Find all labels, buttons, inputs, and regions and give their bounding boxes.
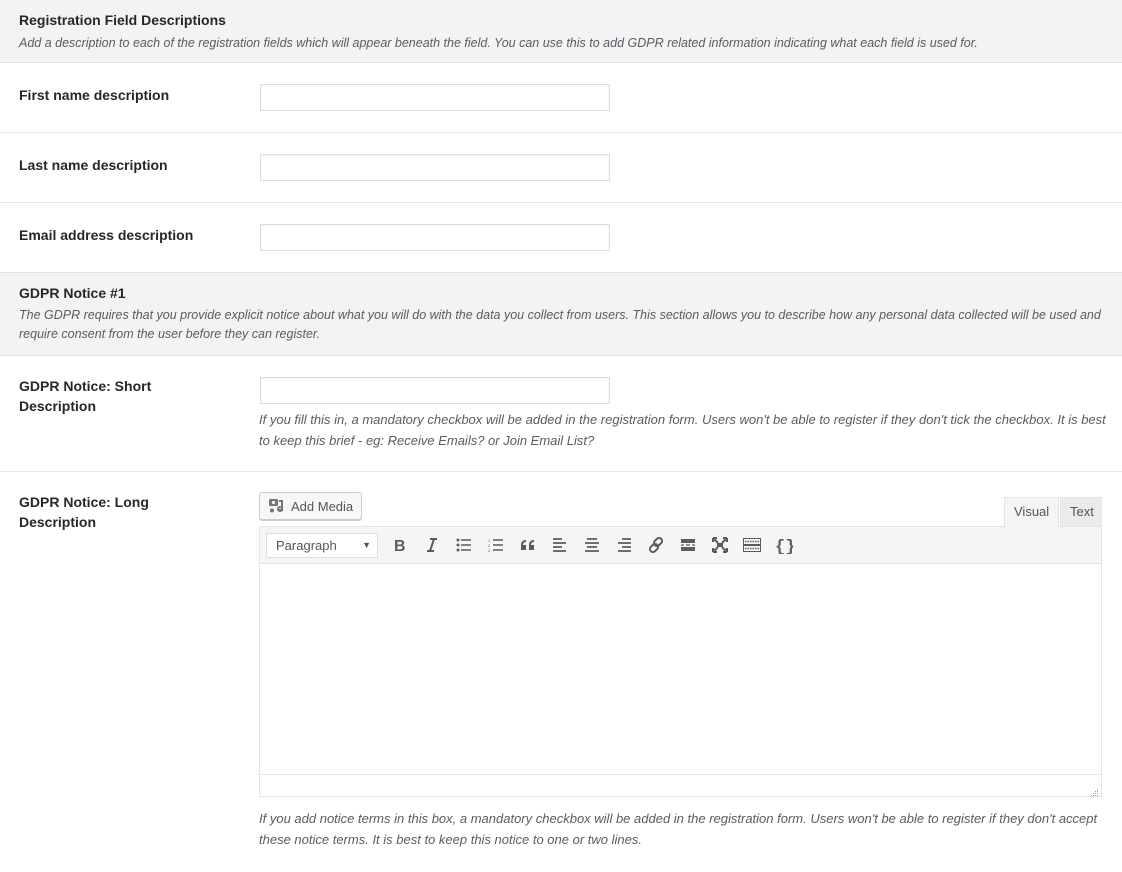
- italic-icon: [427, 538, 437, 552]
- svg-text:3: 3: [488, 548, 491, 552]
- field-label: GDPR Notice: Short Description: [19, 378, 152, 414]
- section-description: Add a description to each of the registr…: [19, 36, 978, 50]
- editor-toolbar: Paragraph ▼ B 123 {: [260, 527, 1101, 564]
- read-more-icon: [681, 539, 695, 551]
- align-center-icon: [585, 538, 599, 552]
- align-left-icon: [553, 538, 566, 552]
- registration-section-header: Registration Field Descriptions Add a de…: [0, 0, 1122, 63]
- section-title: Registration Field Descriptions: [19, 12, 226, 28]
- bold-button[interactable]: B: [384, 531, 416, 559]
- fullscreen-icon: [712, 537, 728, 553]
- numbered-list-icon: 123: [488, 538, 503, 552]
- bold-icon: B: [394, 538, 406, 553]
- svg-text:{}: {}: [775, 538, 793, 554]
- format-select-value: Paragraph: [276, 537, 337, 553]
- last-name-description-input[interactable]: [260, 154, 610, 181]
- field-label: First name description: [19, 87, 170, 103]
- align-left-button[interactable]: [544, 531, 576, 559]
- email-address-description-row: Email address description: [0, 203, 1122, 272]
- field-label: Last name description: [19, 157, 168, 173]
- quote-icon: [521, 540, 534, 550]
- editor-statusbar: [260, 774, 1101, 796]
- editor-content-area[interactable]: [260, 564, 1101, 774]
- tab-text[interactable]: Text: [1060, 497, 1102, 527]
- section-description: The GDPR requires that you provide expli…: [19, 308, 1101, 341]
- braces-icon: {}: [775, 538, 793, 554]
- chevron-down-icon: ▼: [362, 540, 371, 550]
- gdpr-section-header: GDPR Notice #1 The GDPR requires that yo…: [0, 272, 1122, 356]
- gdpr-short-description-input[interactable]: [260, 377, 610, 404]
- keyboard-icon: [743, 538, 761, 552]
- field-label: Email address description: [19, 227, 194, 243]
- format-select[interactable]: Paragraph ▼: [266, 532, 378, 558]
- toolbar-toggle-button[interactable]: [736, 531, 768, 559]
- link-icon: [648, 536, 664, 554]
- blockquote-button[interactable]: [512, 531, 544, 559]
- tab-visual[interactable]: Visual: [1004, 497, 1060, 528]
- field-label: GDPR Notice: Long Description: [19, 494, 149, 530]
- insert-link-button[interactable]: [640, 531, 672, 559]
- resize-handle-icon[interactable]: [1089, 784, 1099, 796]
- fullscreen-button[interactable]: [704, 531, 736, 559]
- section-title: GDPR Notice #1: [19, 285, 126, 301]
- field-help-text: If you fill this in, a mandatory checkbo…: [259, 412, 1106, 448]
- svg-text:B: B: [394, 538, 406, 553]
- bulleted-list-button[interactable]: [448, 531, 480, 559]
- add-media-label: Add Media: [291, 498, 354, 514]
- gdpr-short-description-row: GDPR Notice: Short Description If you fi…: [0, 356, 1122, 472]
- add-media-button[interactable]: Add Media: [259, 492, 363, 520]
- shortcode-button[interactable]: {}: [768, 531, 800, 559]
- last-name-description-row: Last name description: [0, 133, 1122, 203]
- read-more-button[interactable]: [672, 531, 704, 559]
- italic-button[interactable]: [416, 531, 448, 559]
- bulleted-list-icon: [456, 538, 471, 552]
- field-help-text: If you add notice terms in this box, a m…: [259, 811, 1098, 847]
- first-name-description-input[interactable]: [260, 84, 610, 111]
- rich-text-editor: Paragraph ▼ B 123 {: [259, 526, 1102, 797]
- numbered-list-button[interactable]: 123: [480, 531, 512, 559]
- email-address-description-input[interactable]: [260, 224, 610, 251]
- align-center-button[interactable]: [576, 531, 608, 559]
- media-icon: [268, 498, 286, 514]
- align-right-icon: [618, 538, 631, 552]
- align-right-button[interactable]: [608, 531, 640, 559]
- gdpr-long-description-row: GDPR Notice: Long Description Add Media …: [0, 472, 1122, 872]
- first-name-description-row: First name description: [0, 63, 1122, 133]
